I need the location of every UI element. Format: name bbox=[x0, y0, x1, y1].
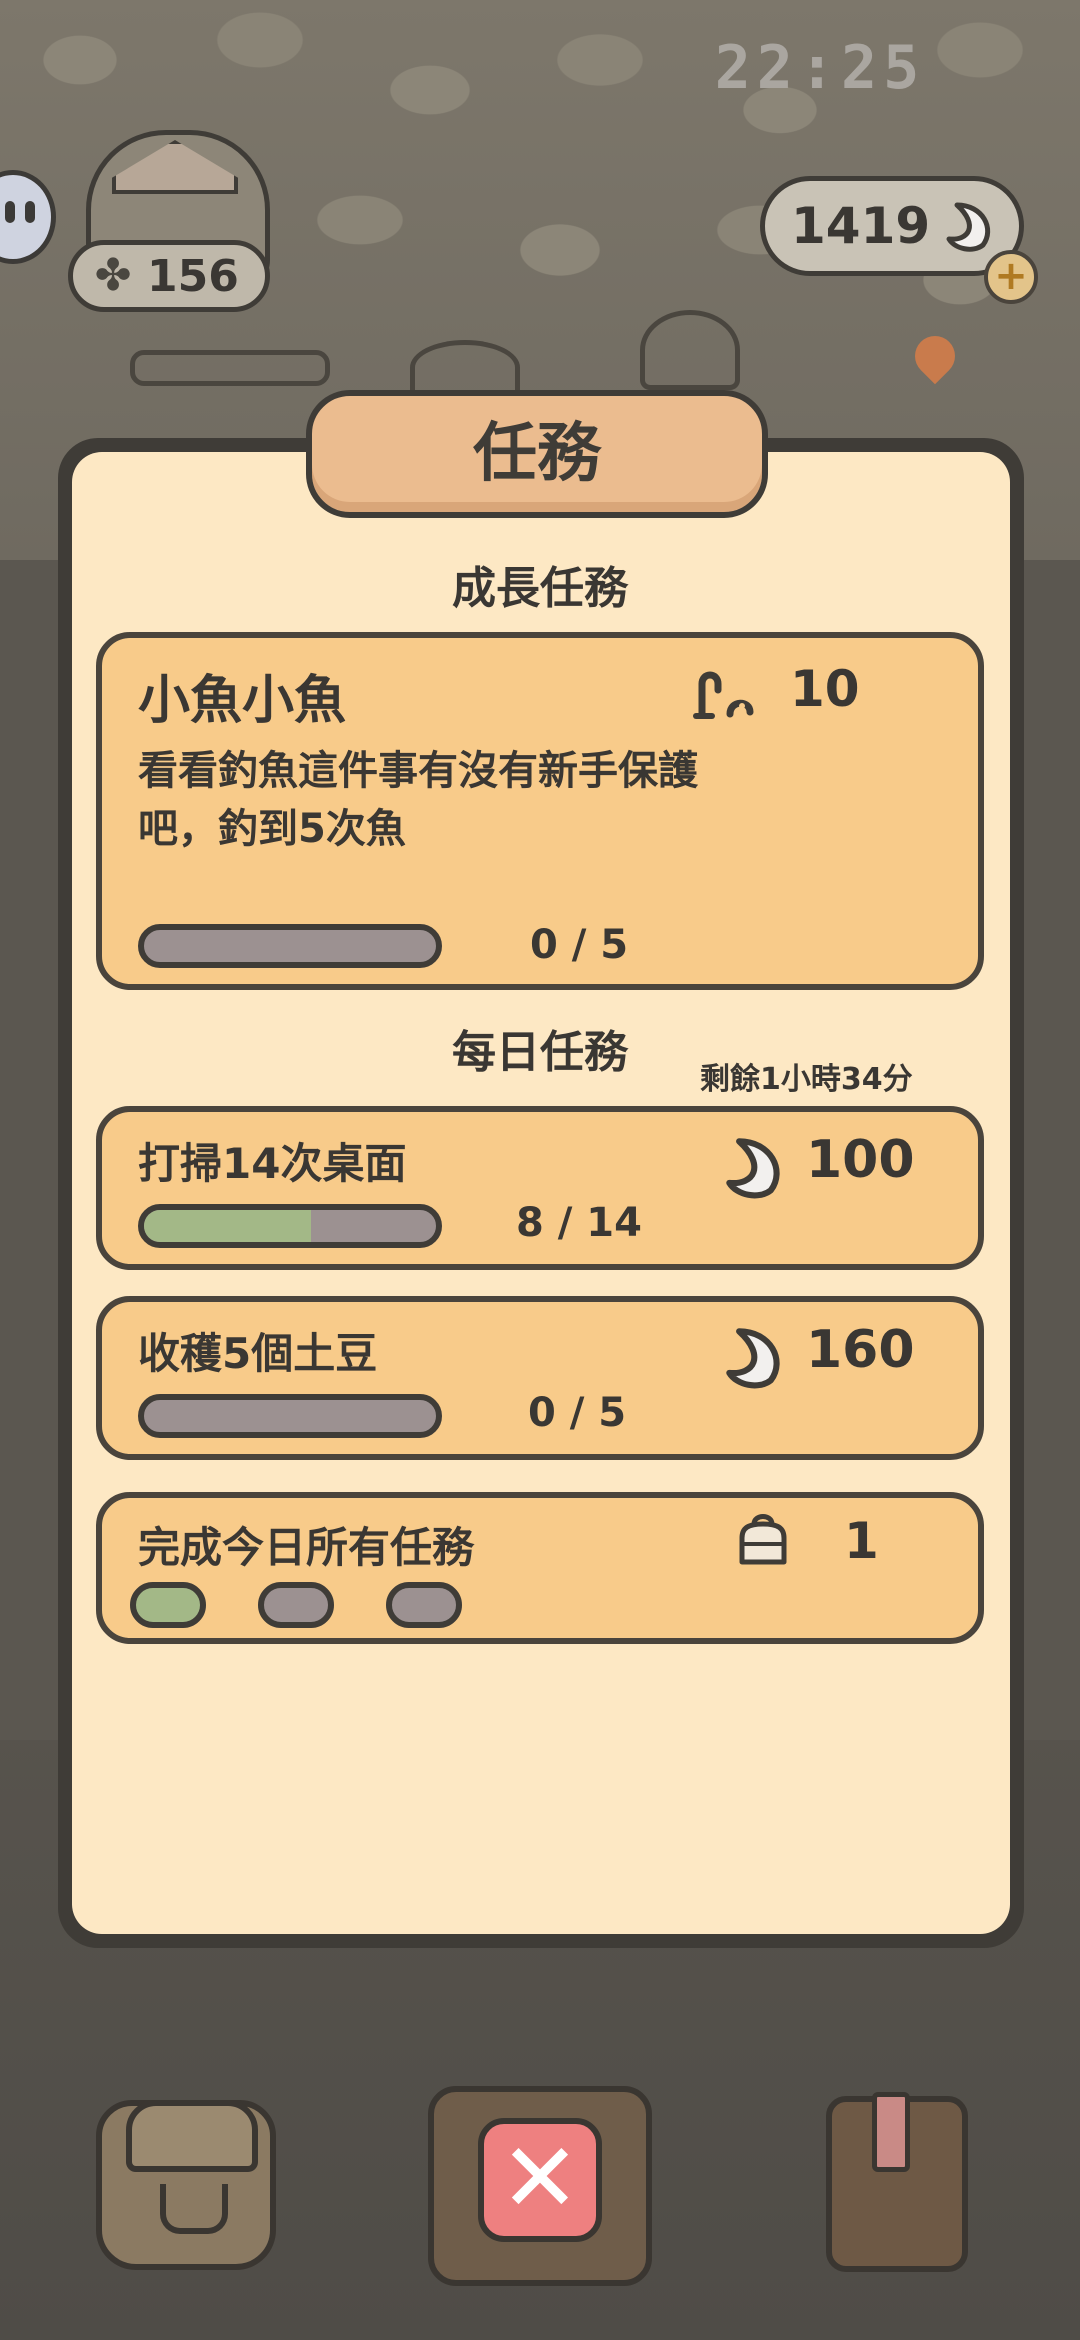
task-progress-bar bbox=[138, 1204, 442, 1248]
currency-amount: 1419 bbox=[791, 197, 931, 255]
task-progress-text: 0 / 5 bbox=[530, 922, 629, 968]
task-reward-amount: 10 bbox=[790, 660, 860, 718]
task-name: 小魚小魚 bbox=[138, 671, 347, 731]
task-progress-text: 8 / 14 bbox=[516, 1200, 642, 1246]
growth-task-card[interactable]: 小魚小魚 10 看看釣魚這件事有沒有新手保護 吧，釣到5次魚 0 / 5 bbox=[96, 632, 984, 990]
clover-counter[interactable]: ✤ 156 bbox=[68, 240, 270, 312]
backpack-button[interactable] bbox=[96, 2100, 276, 2270]
hanger-decor bbox=[410, 340, 520, 395]
moon-coin-icon bbox=[726, 1138, 780, 1199]
backpack-icon bbox=[160, 2184, 228, 2234]
task-progress-bar bbox=[138, 924, 442, 968]
clover-icon: ✤ bbox=[94, 250, 132, 301]
moon-coin-icon bbox=[946, 202, 991, 252]
backpack-flap bbox=[126, 2100, 258, 2172]
task-reward-amount: 160 bbox=[806, 1320, 915, 1380]
bell-decor bbox=[640, 310, 740, 390]
task-progress-bar bbox=[138, 1394, 442, 1438]
clover-count: 156 bbox=[147, 250, 239, 302]
daily-task-card[interactable]: 打掃14次桌面 100 8 / 14 bbox=[96, 1106, 984, 1270]
ghost-eye bbox=[5, 201, 15, 223]
modal-title: 任務 bbox=[473, 417, 601, 491]
moon-coin-icon bbox=[726, 1328, 780, 1389]
ghost-eye bbox=[25, 201, 35, 223]
worm-icon bbox=[693, 671, 754, 719]
daily-remaining-time: 剩餘1小時34分 bbox=[700, 1062, 913, 1097]
modal-title-board: 任務 bbox=[306, 390, 768, 518]
journal-button[interactable] bbox=[826, 2092, 968, 2272]
task-name: 打掃14次桌面 bbox=[138, 1139, 407, 1188]
scene-right-strip bbox=[1020, 560, 1080, 1740]
task-reward-amount: 1 bbox=[844, 1512, 879, 1570]
close-button[interactable]: ✕ bbox=[478, 2118, 602, 2242]
task-description: 看看釣魚這件事有沒有新手保護 吧，釣到5次魚 bbox=[138, 742, 778, 858]
all-tasks-card[interactable]: 完成今日所有任務 1 bbox=[96, 1492, 984, 1644]
step-indicator bbox=[386, 1582, 462, 1628]
daily-task-card[interactable]: 收穫5個土豆 160 0 / 5 bbox=[96, 1296, 984, 1460]
add-currency-button[interactable]: + bbox=[984, 250, 1038, 304]
step-indicator bbox=[258, 1582, 334, 1628]
currency-counter[interactable]: 1419 bbox=[760, 176, 1024, 276]
task-reward-amount: 100 bbox=[806, 1130, 915, 1190]
step-indicator bbox=[130, 1582, 206, 1628]
growth-section-title: 成長任務 bbox=[452, 563, 628, 614]
task-progress-text: 0 / 5 bbox=[528, 1390, 627, 1436]
clock-time: 22:25 bbox=[714, 33, 926, 103]
task-progress-fill bbox=[144, 1210, 311, 1242]
task-name: 收穫5個土豆 bbox=[138, 1329, 378, 1378]
clothes-rack bbox=[130, 350, 330, 386]
daily-section-title: 每日任務 bbox=[452, 1027, 628, 1078]
task-name: 完成今日所有任務 bbox=[138, 1523, 475, 1572]
task-description-line: 看看釣魚這件事有沒有新手保護 bbox=[138, 748, 698, 794]
bag-icon bbox=[739, 1514, 787, 1565]
journal-icon bbox=[872, 2092, 910, 2172]
task-description-line: 吧，釣到5次魚 bbox=[138, 806, 406, 852]
